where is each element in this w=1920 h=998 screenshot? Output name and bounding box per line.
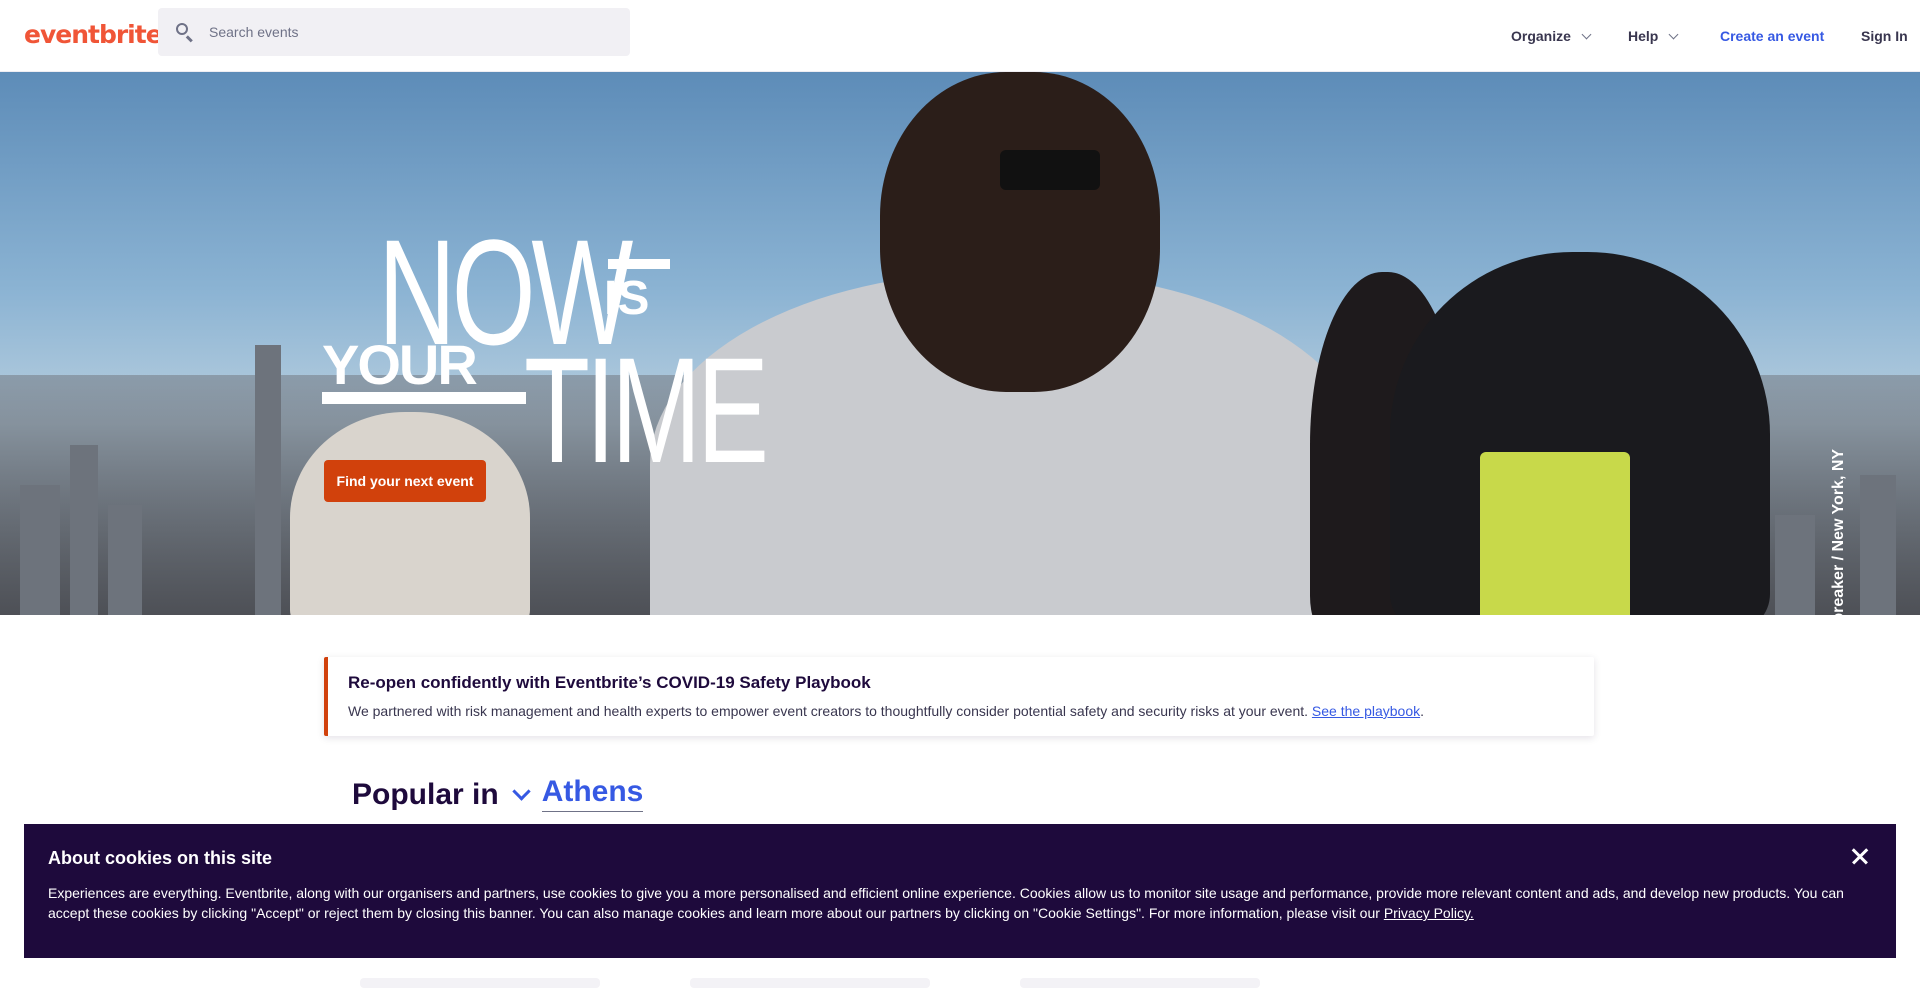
covid-notice: Re-open confidently with Eventbrite’s CO…: [324, 657, 1594, 736]
nav-help[interactable]: Help: [1628, 0, 1679, 72]
tagline-your: YOUR: [322, 333, 478, 396]
popular-label: Popular in: [352, 778, 499, 811]
faded-content: [1020, 978, 1260, 988]
notice-title: Re-open confidently with Eventbrite’s CO…: [348, 673, 871, 692]
cookie-title: About cookies on this site: [48, 848, 273, 868]
skyline-tower: [1775, 515, 1815, 615]
playbook-link[interactable]: See the playbook: [1312, 703, 1420, 719]
hero-banner: Daybreaker / New York, NY NOW IS YOUR TI…: [0, 72, 1920, 615]
cookie-body-text: Experiences are everything. Eventbrite, …: [48, 885, 1844, 921]
find-event-button[interactable]: Find your next event: [324, 460, 486, 502]
tagline-is: IS: [604, 272, 650, 325]
tagline-is-bar: [608, 259, 670, 269]
sunglasses: [1000, 150, 1100, 190]
skyline-tower: [1860, 475, 1896, 615]
notice-body-text: We partnered with risk management and he…: [348, 703, 1309, 719]
chevron-down-icon: [1668, 29, 1679, 39]
search-icon: [173, 20, 197, 44]
faded-content: [360, 978, 600, 988]
skyline-tower: [108, 505, 142, 615]
location-selector[interactable]: Athens: [541, 775, 644, 812]
search-input[interactable]: [209, 24, 609, 40]
popular-in-heading: Popular in Athens: [352, 768, 644, 812]
chevron-down-icon: [1581, 29, 1592, 39]
cookie-body: Experiences are everything. Eventbrite, …: [48, 883, 1872, 923]
skyline-tower: [255, 345, 281, 615]
notice-body: We partnered with risk management and he…: [348, 703, 1574, 719]
cookie-banner: About cookies on this site Experiences a…: [24, 824, 1896, 958]
nav-organize[interactable]: Organize: [1511, 0, 1592, 72]
close-icon[interactable]: [1848, 844, 1872, 868]
faded-content: [690, 978, 930, 988]
chevron-down-icon[interactable]: [511, 782, 531, 801]
privacy-policy-link[interactable]: Privacy Policy.: [1384, 905, 1474, 921]
skyline-tower: [70, 445, 98, 615]
sign-in-link[interactable]: Sign In: [1861, 0, 1908, 72]
photo-caption: Daybreaker / New York, NY: [1830, 372, 1860, 615]
create-event-link[interactable]: Create an event: [1720, 0, 1824, 72]
skyline-tower: [20, 485, 60, 615]
person-head: [880, 72, 1160, 392]
eventbrite-logo[interactable]: eventbrite: [24, 20, 163, 49]
shirt-graphic: [1480, 452, 1630, 615]
site-header: eventbrite Organize Help Create an event…: [0, 0, 1920, 72]
tagline-time: TIME: [524, 326, 769, 494]
nav-organize-label: Organize: [1511, 28, 1571, 44]
photo-caption-text: Daybreaker / New York, NY: [1830, 448, 1847, 615]
tagline-your-bar: [322, 392, 526, 404]
notice-suffix: .: [1420, 703, 1425, 719]
nav-help-label: Help: [1628, 28, 1659, 44]
search-bar[interactable]: [158, 8, 630, 56]
